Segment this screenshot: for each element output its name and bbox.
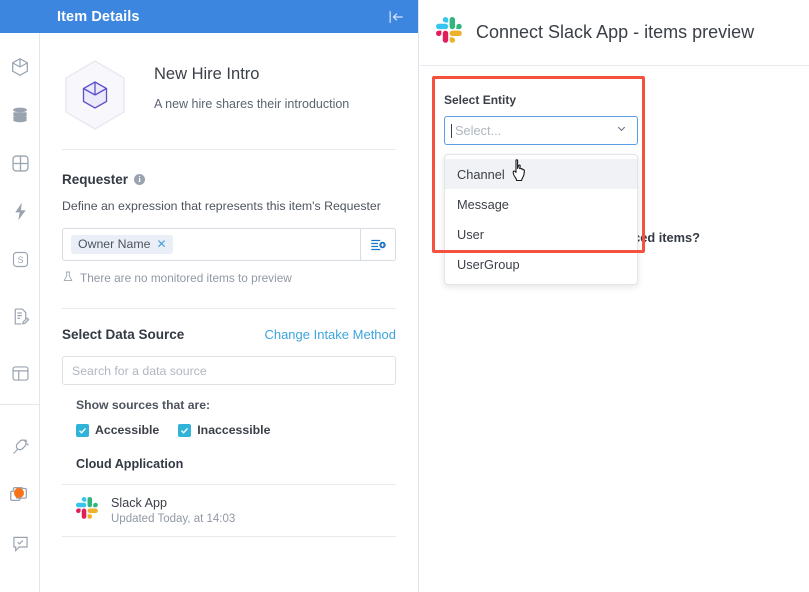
select-entity-label: Select Entity <box>444 93 809 107</box>
checkbox-inaccessible-label: Inaccessible <box>197 423 270 437</box>
requester-expression-row: Owner Name ✕ <box>62 228 396 261</box>
chip-label: Owner Name <box>78 237 150 251</box>
item-subtitle: A new hire shares their introduction <box>154 97 349 111</box>
collapse-left-icon[interactable] <box>383 4 409 30</box>
sidebar-item-integrations[interactable] <box>0 429 40 463</box>
item-details-header: Item Details <box>40 0 418 33</box>
sidebar-item-automations[interactable] <box>0 194 40 228</box>
comment-check-icon <box>10 533 31 554</box>
checkbox-accessible-label: Accessible <box>95 423 159 437</box>
requester-expression-input[interactable]: Owner Name ✕ <box>62 228 360 261</box>
sidebar-item-approvals[interactable] <box>0 526 40 560</box>
lightning-icon <box>10 201 31 222</box>
box-icon <box>9 56 31 78</box>
search-input[interactable] <box>62 356 396 385</box>
sidebar-item-forms[interactable] <box>0 299 40 333</box>
check-icon <box>178 424 191 437</box>
connect-slack-modal: Connect Slack App - items preview What i… <box>420 0 809 592</box>
cube-hex-icon <box>62 59 128 131</box>
select-entity-dropdown-menu: Channel Message User UserGroup <box>444 154 638 285</box>
menu-item-user[interactable]: User <box>445 219 637 249</box>
info-icon[interactable]: i <box>134 174 145 185</box>
data-source-title: Select Data Source <box>62 327 184 342</box>
sidebar-item-s-badge[interactable]: S <box>0 242 40 276</box>
grid-icon <box>10 153 31 174</box>
sidebar-item-database[interactable] <box>0 98 40 132</box>
apps-notification-badge <box>14 488 24 498</box>
modal-header: Connect Slack App - items preview <box>420 0 809 66</box>
plug-icon <box>10 436 31 457</box>
change-intake-method-link[interactable]: Change Intake Method <box>264 327 396 342</box>
list-item[interactable]: Slack App Updated Today, at 14:03 <box>62 484 396 537</box>
sidebar-item-layouts[interactable] <box>0 356 40 390</box>
menu-item-label: Message <box>457 197 509 212</box>
requester-description: Define an expression that represents thi… <box>62 199 396 213</box>
modal-body: What is the behavior of the synced items… <box>420 66 809 145</box>
menu-item-label: User <box>457 227 484 242</box>
cloud-application-group-title: Cloud Application <box>76 457 396 471</box>
database-icon <box>9 104 31 126</box>
sidebar-item-box[interactable] <box>0 50 40 84</box>
item-details-panel: Item Details <box>40 0 419 592</box>
modal-title: Connect Slack App - items preview <box>476 22 754 43</box>
item-hero-text: New Hire Intro A new hire shares their i… <box>154 51 349 111</box>
item-details-body: New Hire Intro A new hire shares their i… <box>40 33 418 592</box>
filter-checkboxes: Accessible Inaccessible <box>76 423 396 437</box>
requester-section: Requester i Define an expression that re… <box>40 172 418 286</box>
page-title: Item Details <box>57 9 140 25</box>
checkbox-accessible[interactable]: Accessible <box>76 423 159 437</box>
document-edit-icon <box>10 306 31 327</box>
stacked-cards-icon <box>8 483 32 507</box>
divider <box>62 149 396 150</box>
data-source-header: Select Data Source Change Intake Method <box>62 327 396 342</box>
menu-item-label: UserGroup <box>457 257 520 272</box>
filter-label: Show sources that are: <box>76 398 396 412</box>
select-entity-control: Select... Channel Message U <box>444 116 638 145</box>
item-hero: New Hire Intro A new hire shares their i… <box>40 33 418 131</box>
divider-2 <box>62 308 396 309</box>
source-meta: Updated Today, at 14:03 <box>111 513 235 525</box>
owner-name-chip[interactable]: Owner Name ✕ <box>71 235 173 254</box>
checkbox-inaccessible[interactable]: Inaccessible <box>178 423 270 437</box>
layout-icon <box>10 363 31 384</box>
data-source-section: Select Data Source Change Intake Method … <box>40 327 418 537</box>
chevron-down-icon[interactable] <box>615 122 628 140</box>
select-entity-placeholder: Select... <box>453 123 501 138</box>
rail-divider <box>0 404 40 405</box>
add-expression-icon[interactable] <box>360 228 396 261</box>
sidebar-item-grid[interactable] <box>0 146 40 180</box>
rail-header-fill <box>0 0 40 33</box>
svg-text:S: S <box>17 255 23 265</box>
app-root: S <box>0 0 809 592</box>
flask-icon <box>62 270 74 286</box>
sidebar-item-apps[interactable] <box>0 478 40 512</box>
menu-item-usergroup[interactable]: UserGroup <box>445 249 637 279</box>
requester-title-label: Requester <box>62 172 128 187</box>
source-text: Slack App Updated Today, at 14:03 <box>111 496 235 525</box>
requester-title: Requester i <box>62 172 396 187</box>
preview-note: There are no monitored items to preview <box>62 270 396 286</box>
source-name: Slack App <box>111 496 235 510</box>
slack-icon <box>436 17 462 48</box>
slack-icon <box>76 497 98 524</box>
select-entity-input[interactable]: Select... <box>444 116 638 145</box>
item-title: New Hire Intro <box>154 65 349 84</box>
check-icon <box>76 424 89 437</box>
menu-item-label: Channel <box>457 167 505 182</box>
menu-item-message[interactable]: Message <box>445 189 637 219</box>
s-badge-icon: S <box>10 249 31 270</box>
preview-note-label: There are no monitored items to preview <box>80 271 292 285</box>
left-icon-rail: S <box>0 0 40 592</box>
close-icon[interactable]: ✕ <box>156 237 166 251</box>
text-caret <box>451 124 452 138</box>
menu-item-channel[interactable]: Channel <box>445 159 637 189</box>
